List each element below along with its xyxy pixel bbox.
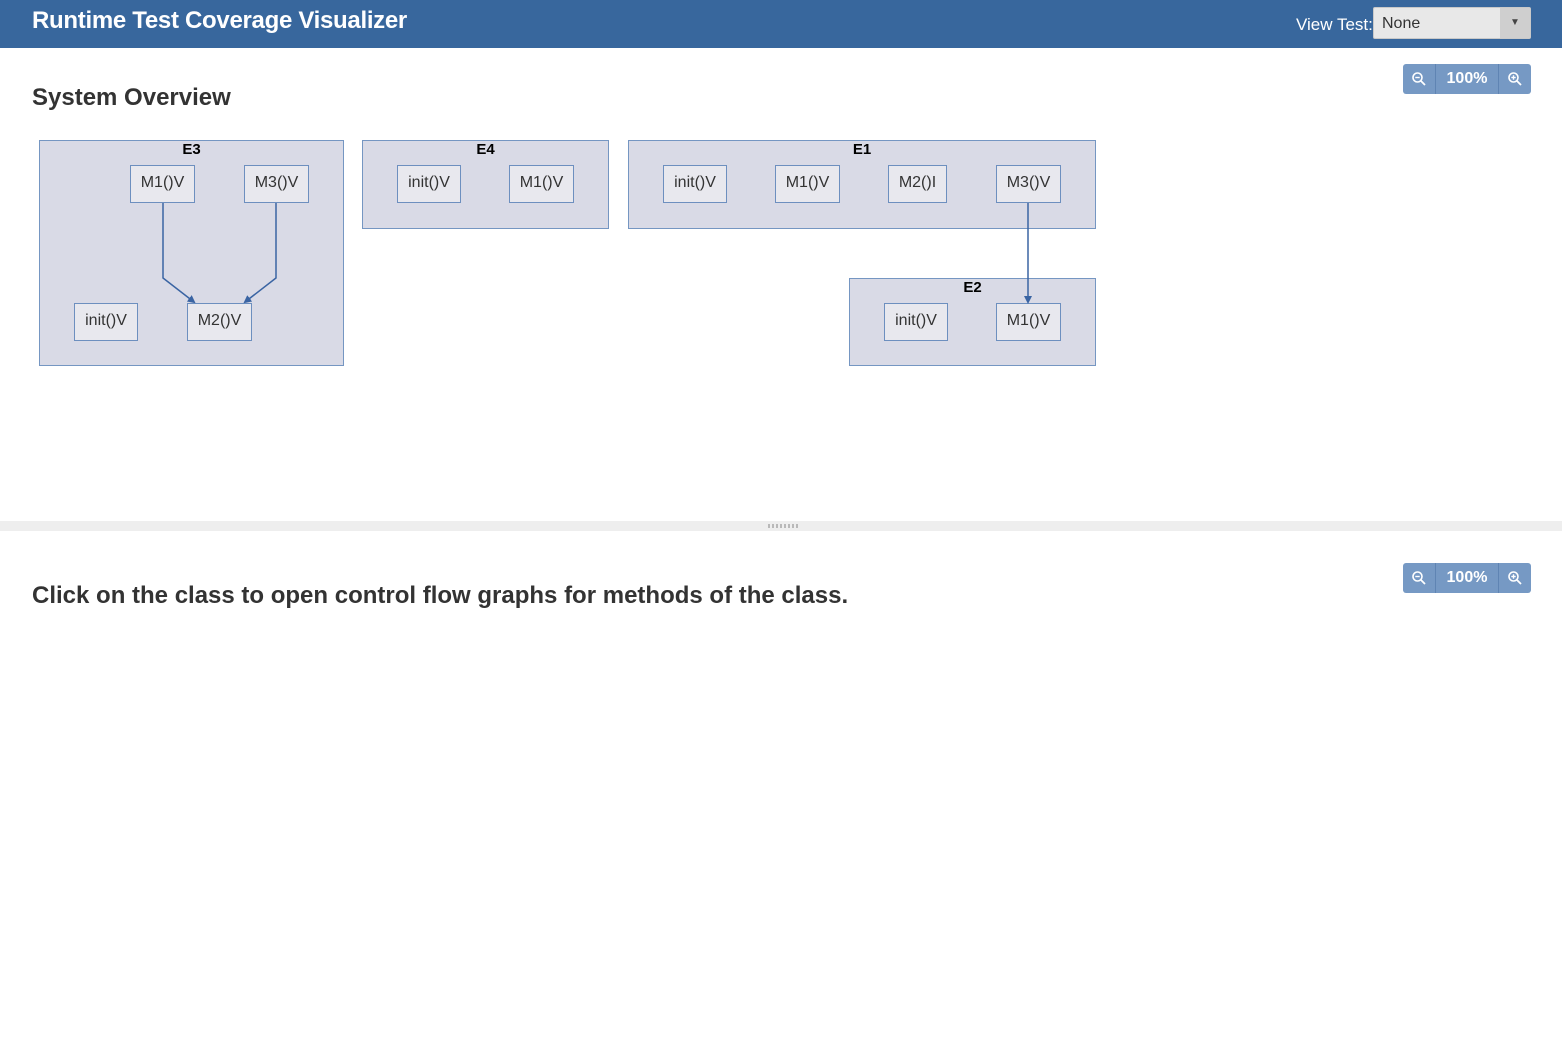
detail-instructions: Click on the class to open control flow … [32, 582, 849, 609]
drag-handle-icon[interactable] [767, 524, 799, 528]
class-e2[interactable]: E2 init()V M1()V [849, 278, 1096, 366]
chevron-down-icon[interactable]: ▼ [1500, 8, 1530, 38]
method-node[interactable]: M2()I [888, 165, 947, 203]
zoom-out-icon [1412, 72, 1426, 86]
overview-zoom-in-button[interactable] [1499, 64, 1531, 94]
detail-zoom-controls: 100% [1403, 563, 1533, 593]
overview-zoom-level[interactable]: 100% [1435, 64, 1499, 94]
method-node[interactable]: M1()V [130, 165, 195, 203]
zoom-in-icon [1508, 72, 1522, 86]
method-node[interactable]: M1()V [996, 303, 1061, 341]
overview-title: System Overview [32, 84, 231, 111]
class-e1[interactable]: E1 init()V M1()V M2()I M3()V [628, 140, 1096, 229]
method-node[interactable]: init()V [74, 303, 138, 341]
class-label: E1 [852, 141, 872, 158]
method-node[interactable]: init()V [397, 165, 461, 203]
detail-zoom-out-button[interactable] [1403, 563, 1435, 593]
panel-splitter[interactable] [0, 521, 1562, 531]
zoom-in-icon [1508, 571, 1522, 585]
method-node[interactable]: M1()V [509, 165, 574, 203]
view-test-select[interactable]: None ▼ [1373, 7, 1531, 39]
overview-zoom-out-button[interactable] [1403, 64, 1435, 94]
app-header: Runtime Test Coverage Visualizer View Te… [0, 0, 1562, 48]
detail-zoom-in-button[interactable] [1499, 563, 1531, 593]
method-node[interactable]: M3()V [244, 165, 309, 203]
overview-zoom-controls: 100% [1403, 64, 1533, 94]
class-e4[interactable]: E4 init()V M1()V [362, 140, 609, 229]
class-label: E2 [963, 279, 982, 296]
method-node[interactable]: M3()V [996, 165, 1061, 203]
method-node[interactable]: init()V [884, 303, 948, 341]
method-node[interactable]: init()V [663, 165, 727, 203]
view-test-label: View Test: [1296, 15, 1373, 34]
view-test-selected-value: None [1382, 15, 1421, 32]
app-title: Runtime Test Coverage Visualizer [32, 7, 407, 34]
class-label: E3 [182, 141, 201, 158]
class-label: E4 [476, 141, 495, 158]
detail-zoom-level[interactable]: 100% [1435, 563, 1499, 593]
zoom-out-icon [1412, 571, 1426, 585]
method-node[interactable]: M1()V [775, 165, 840, 203]
class-e3[interactable]: E3 M1()V M3()V init()V M2()V [39, 140, 344, 366]
method-node[interactable]: M2()V [187, 303, 252, 341]
